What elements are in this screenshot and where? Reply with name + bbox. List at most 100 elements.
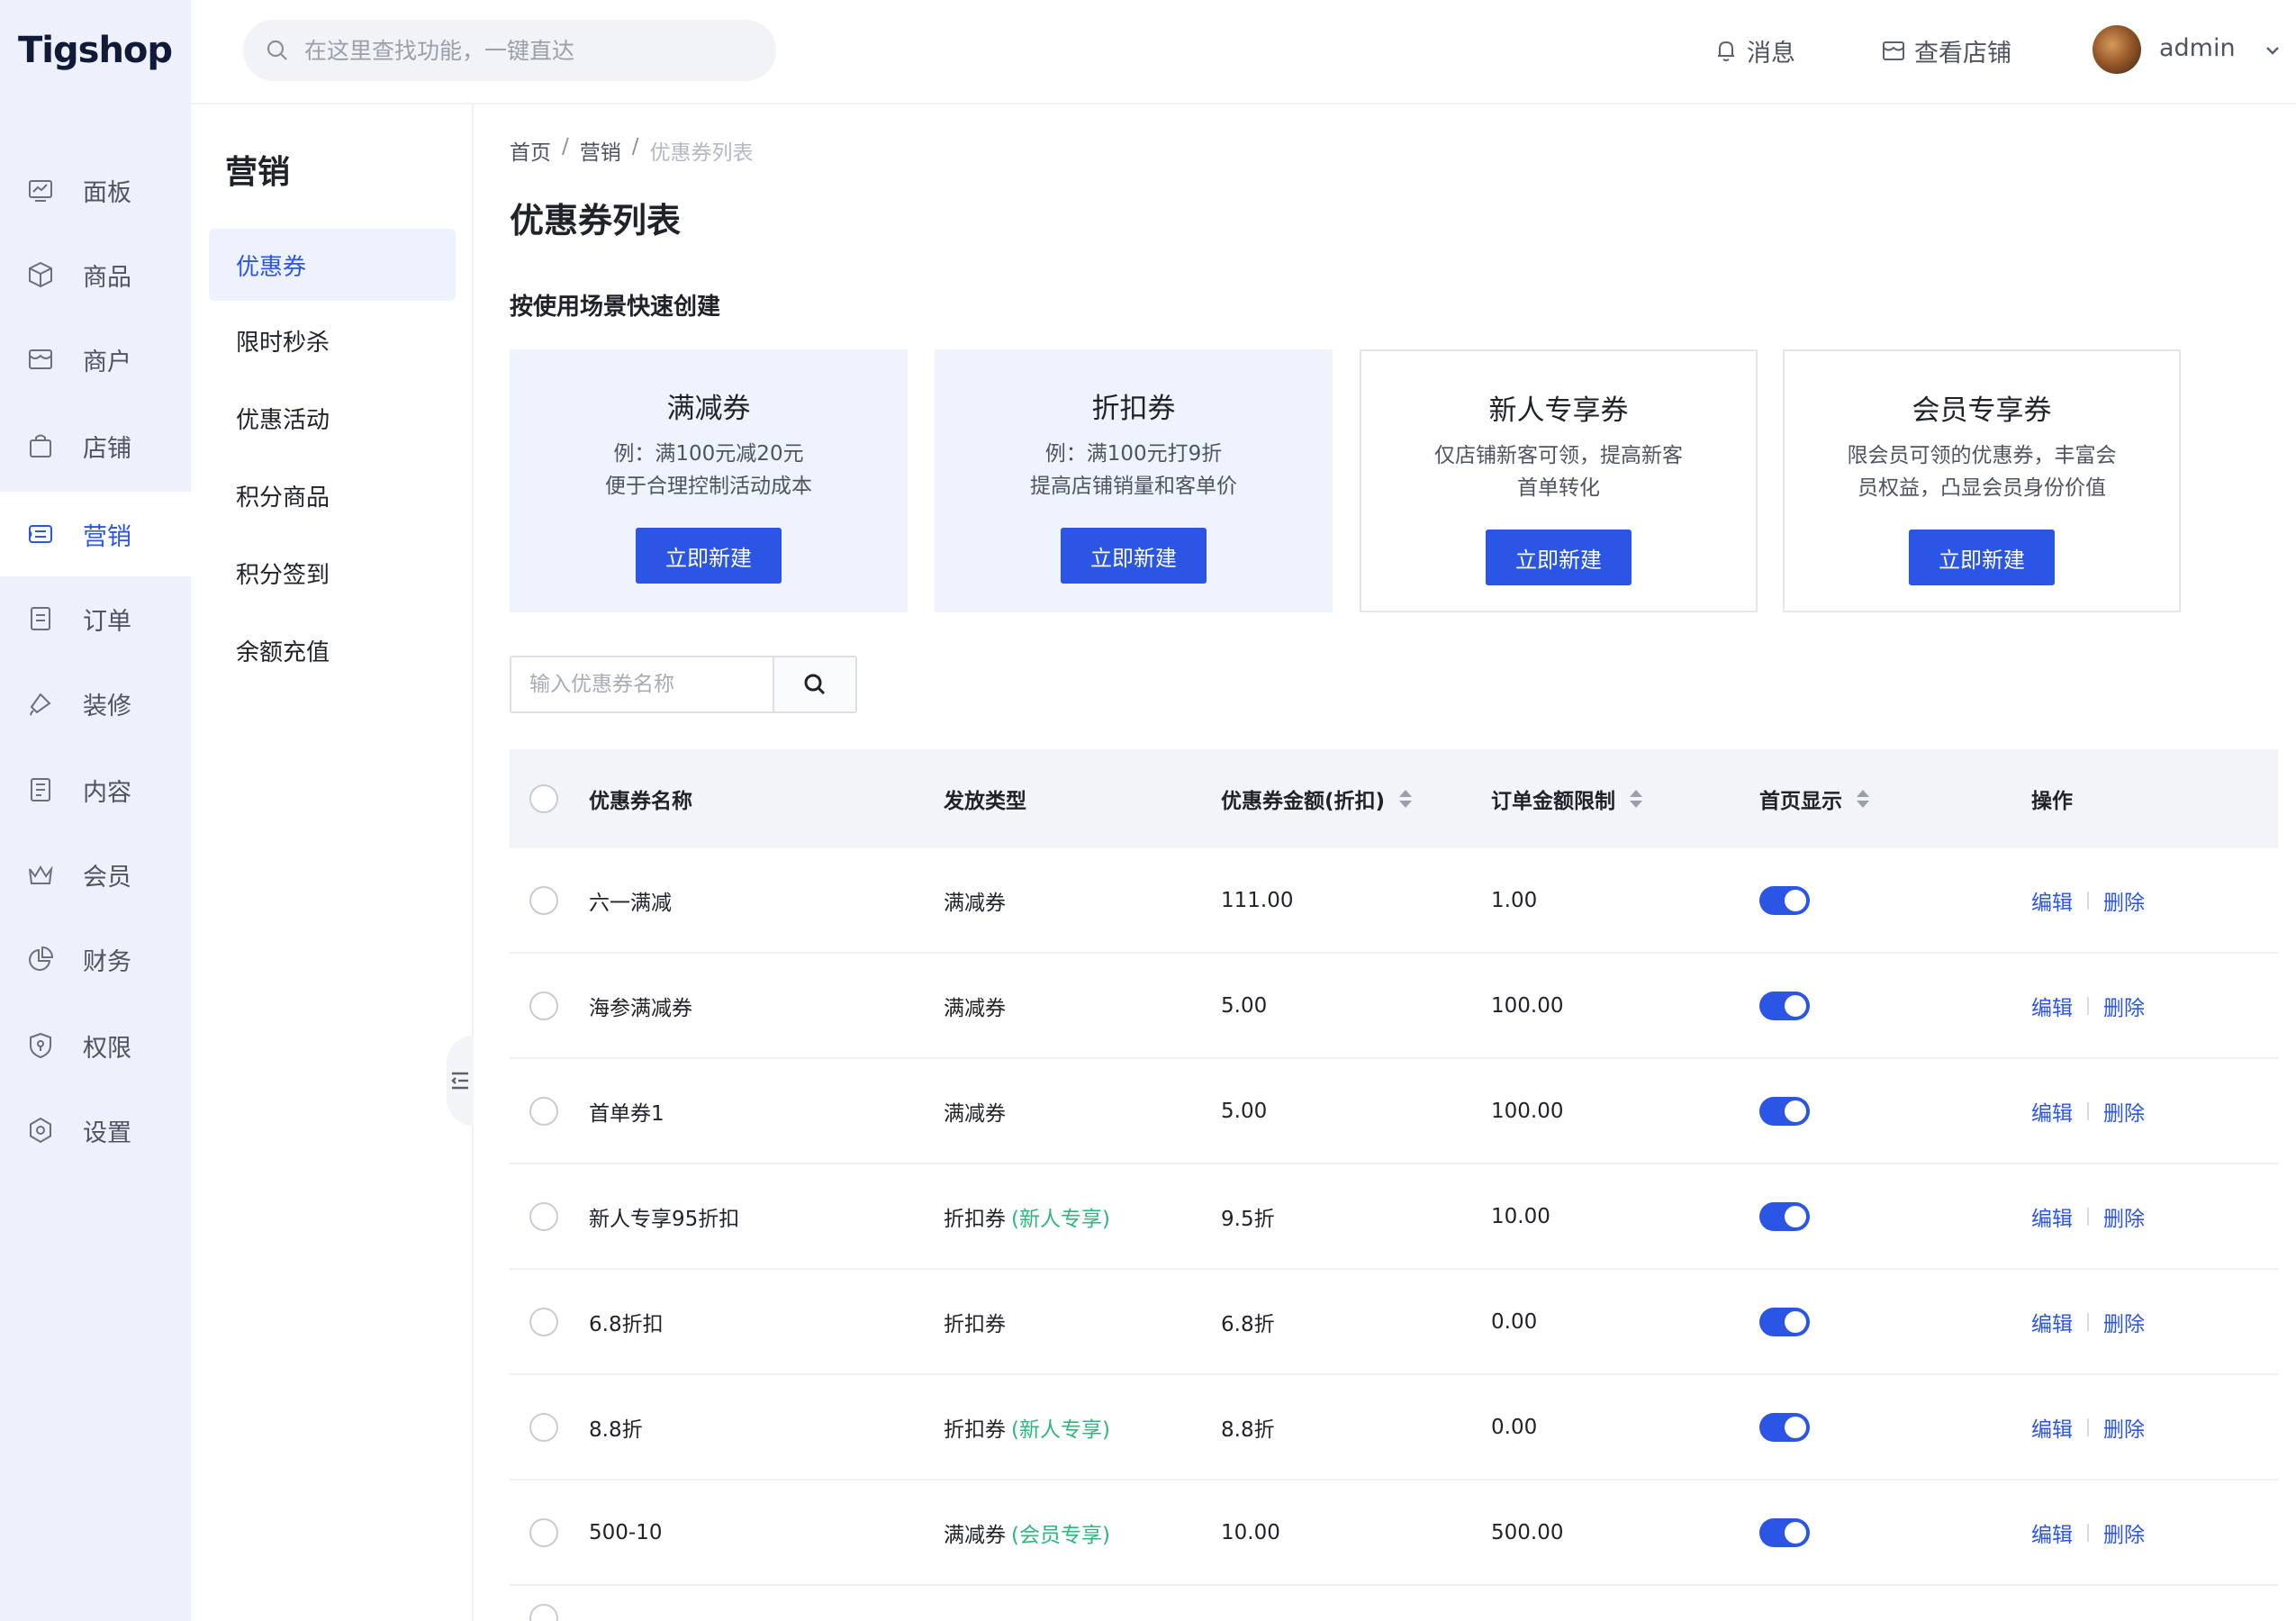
rail-item-content[interactable]: 内容 [0, 747, 191, 832]
coupon-search-input[interactable] [511, 657, 773, 711]
rail-item-marketing[interactable]: 营销 [0, 492, 191, 576]
table-row: 500-10 满减券 (会员专享) 10.00 500.00 编辑 删除 [510, 1481, 2278, 1586]
submenu-item-points-goods[interactable]: 积分商品 [209, 459, 456, 531]
coupon-tag: (新人专享) [1011, 1207, 1110, 1231]
submenu-item-points-signin[interactable]: 积分签到 [209, 537, 456, 609]
edit-link[interactable]: 编辑 [2031, 885, 2073, 916]
row-checkbox[interactable] [529, 885, 558, 915]
coupon-name: 首单券1 [589, 1101, 664, 1126]
messages-button[interactable]: 消息 [1713, 31, 1795, 70]
home-display-toggle[interactable] [1759, 1201, 1810, 1231]
edit-link[interactable]: 编辑 [2031, 1307, 2073, 1337]
app-logo[interactable]: Tigshop [18, 27, 173, 74]
edit-link[interactable]: 编辑 [2031, 1412, 2073, 1443]
create-member-button[interactable]: 立即新建 [1909, 530, 2055, 585]
submenu-title: 营销 [225, 154, 291, 191]
coupon-tag: (会员专享) [1011, 1523, 1110, 1547]
row-checkbox[interactable] [529, 1201, 558, 1231]
row-checkbox[interactable] [529, 1412, 558, 1442]
rail-item-merchant[interactable]: 商户 [0, 317, 191, 402]
sort-icon[interactable] [1857, 790, 1869, 808]
header-limit[interactable]: 订单金额限制 [1491, 783, 1642, 814]
home-display-toggle[interactable] [1759, 1412, 1810, 1442]
coupon-type-label: 满减券 [944, 1101, 1006, 1126]
rail-item-label: 设置 [83, 1118, 131, 1147]
edit-link[interactable]: 编辑 [2031, 991, 2073, 1021]
rail-item-member[interactable]: 会员 [0, 832, 191, 917]
sort-icon[interactable] [1399, 790, 1413, 808]
rail-item-shop[interactable]: 店铺 [0, 403, 191, 488]
submenu-item-coupon[interactable]: 优惠券 [209, 229, 456, 301]
row-checkbox[interactable] [529, 1307, 558, 1336]
collapse-menu-button[interactable] [447, 1036, 474, 1126]
rail-item-decorate[interactable]: 装修 [0, 661, 191, 746]
coupon-type: 满减券 [944, 991, 1006, 1021]
row-checkbox[interactable] [529, 1517, 558, 1547]
row-checkbox[interactable] [529, 991, 558, 1020]
submenu-item-promotion[interactable]: 优惠活动 [209, 382, 456, 454]
user-menu[interactable]: admin [2093, 25, 2296, 76]
quick-card-member: 会员专享券 限会员可领的优惠券，丰富会 员权益，凸显会员身份价值 立即新建 [1783, 349, 2181, 612]
rail-item-goods[interactable]: 商品 [0, 232, 191, 317]
row-checkbox[interactable] [529, 1604, 558, 1621]
home-display-toggle[interactable] [1759, 885, 1810, 915]
card-desc-line: 限会员可领的优惠券，丰富会 [1847, 444, 2117, 467]
rail-item-order[interactable]: 订单 [0, 576, 191, 661]
create-discount-button[interactable]: 立即新建 [1061, 528, 1207, 584]
delete-link[interactable]: 删除 [2103, 1096, 2145, 1127]
crown-icon [25, 859, 56, 890]
coupon-search [510, 656, 857, 713]
delete-link[interactable]: 删除 [2103, 1307, 2145, 1337]
rail-item-dashboard[interactable]: 面板 [0, 148, 191, 232]
table-row: 8.8折 折扣券 (新人专享) 8.8折 0.00 编辑 删除 [510, 1375, 2278, 1481]
header-limit-label: 订单金额限制 [1491, 790, 1615, 813]
edit-link[interactable]: 编辑 [2031, 1517, 2073, 1548]
header-home[interactable]: 首页显示 [1759, 783, 1869, 814]
view-shop-button[interactable]: 查看店铺 [1880, 31, 2011, 70]
edit-link[interactable]: 编辑 [2031, 1096, 2073, 1127]
rail-item-settings[interactable]: 设置 [0, 1088, 191, 1173]
coupon-type: 满减券 (会员专享) [944, 1517, 1110, 1548]
table-row: 海参满减券 满减券 5.00 100.00 编辑 删除 [510, 954, 2278, 1059]
delete-link[interactable]: 删除 [2103, 991, 2145, 1021]
delete-link[interactable]: 删除 [2103, 885, 2145, 916]
home-display-toggle[interactable] [1759, 991, 1810, 1020]
settings-icon [25, 1115, 56, 1146]
card-desc-line: 员权益，凸显会员身份价值 [1858, 476, 2106, 500]
create-full-reduction-button[interactable]: 立即新建 [636, 528, 782, 584]
rail-item-permission[interactable]: 权限 [0, 1003, 191, 1088]
coupon-name: 8.8折 [589, 1417, 643, 1442]
create-newcomer-button[interactable]: 立即新建 [1486, 530, 1632, 585]
home-display-toggle[interactable] [1759, 1307, 1810, 1336]
sort-icon[interactable] [1630, 790, 1642, 808]
rail-item-finance[interactable]: 财务 [0, 917, 191, 1001]
coupon-search-button[interactable] [773, 657, 855, 711]
rail-item-label: 营销 [83, 522, 131, 551]
global-search[interactable] [243, 20, 776, 81]
row-actions: 编辑 删除 [2031, 1096, 2145, 1127]
home-display-toggle[interactable] [1759, 1096, 1810, 1126]
coupon-name: 六一满减 [589, 891, 672, 915]
global-search-input[interactable] [304, 37, 737, 64]
select-all-checkbox[interactable] [529, 784, 558, 813]
coupon-type: 满减券 [944, 1096, 1006, 1127]
submenu-item-flash-sale[interactable]: 限时秒杀 [209, 304, 456, 376]
coupon-amount: 8.8折 [1221, 1417, 1275, 1442]
breadcrumb-home[interactable]: 首页 [510, 135, 551, 166]
logo-text: Tigshop [18, 30, 173, 71]
header-amount[interactable]: 优惠券金额(折扣) [1221, 783, 1413, 814]
card-desc-line: 例：满100元打9折 [1044, 442, 1223, 466]
row-checkbox[interactable] [529, 1096, 558, 1126]
edit-link[interactable]: 编辑 [2031, 1201, 2073, 1232]
delete-link[interactable]: 删除 [2103, 1517, 2145, 1548]
home-display-toggle[interactable] [1759, 1517, 1810, 1547]
order-limit: 10.00 [1491, 1204, 1550, 1228]
submenu-item-recharge[interactable]: 余额充值 [209, 614, 456, 686]
table-body: 六一满减 满减券 111.00 1.00 编辑 删除 海参满减券 满减券 5.00 100.00 编… [510, 848, 2278, 1621]
card-desc-line: 仅店铺新客可领，提高新客 [1434, 444, 1683, 467]
delete-link[interactable]: 删除 [2103, 1201, 2145, 1232]
breadcrumb-marketing[interactable]: 营销 [580, 135, 621, 166]
coupon-type-label: 折扣券 [944, 1417, 1006, 1442]
rail-item-label: 会员 [83, 863, 131, 892]
delete-link[interactable]: 删除 [2103, 1412, 2145, 1443]
